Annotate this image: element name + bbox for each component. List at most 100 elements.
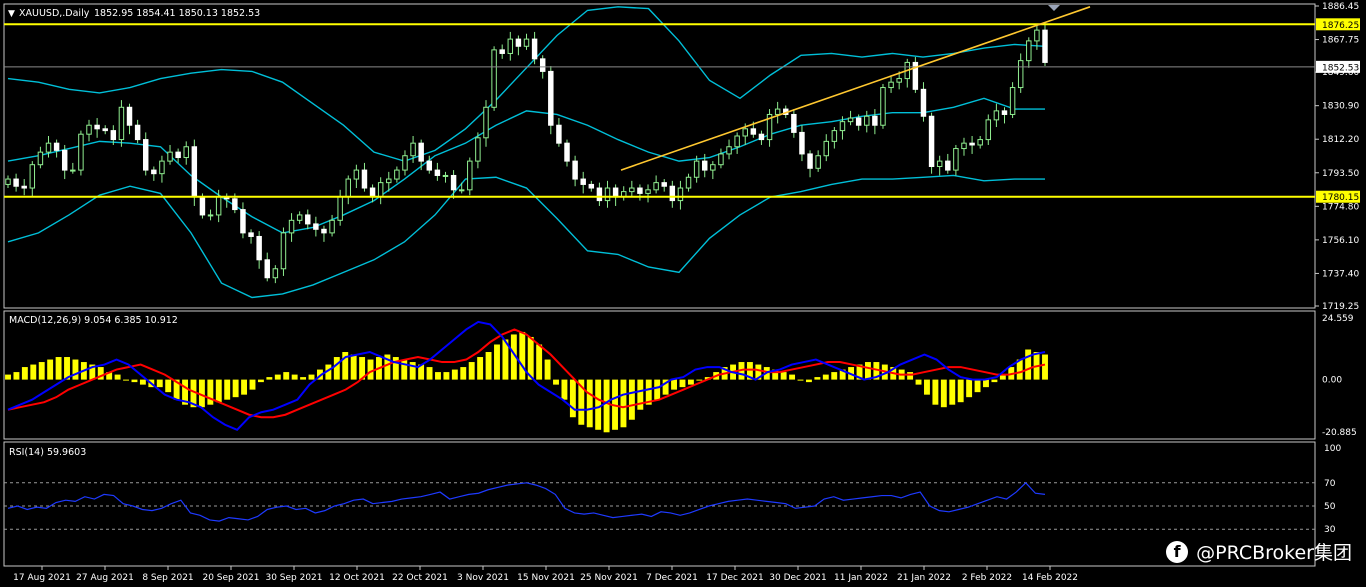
macd-histogram-bar (814, 377, 821, 380)
bullish-candle (710, 164, 716, 171)
macd-histogram-bar (485, 352, 492, 380)
bearish-candle (61, 149, 68, 171)
bearish-candle (799, 131, 805, 155)
bullish-candle (491, 49, 497, 108)
macd-histogram-bar (544, 359, 551, 380)
trading-chart[interactable]: 1886.45 1867.75 1849.60 1830.90 1812.20 1793.… (0, 0, 1366, 587)
bearish-candle (191, 146, 198, 198)
bearish-candle (556, 124, 562, 144)
bullish-candle (993, 110, 1000, 121)
bearish-candle (499, 49, 505, 54)
bearish-candle (1001, 110, 1008, 115)
bullish-candle (774, 108, 781, 115)
rsi-line (7, 481, 1046, 522)
bullish-candle (394, 169, 400, 180)
macd-histogram-bar (215, 379, 222, 403)
price-axis-label: 1756.10 (1322, 236, 1359, 246)
macd-histogram-bar (156, 379, 163, 388)
macd-histogram-bar (780, 372, 787, 380)
main-panel-title: XAUUSD,.Daily (19, 8, 90, 19)
macd-histogram-bar (249, 379, 256, 390)
bearish-candle (151, 169, 157, 175)
bullish-candle (45, 142, 52, 153)
bearish-candle (321, 228, 327, 234)
bullish-candle (839, 121, 846, 132)
bearish-candle (669, 185, 676, 202)
macd-histogram-bar (831, 372, 838, 380)
macd-histogram-bar (494, 344, 500, 380)
time-axis-label: 3 Nov 2021 (457, 573, 509, 583)
bearish-candle (175, 151, 181, 159)
macd-histogram-bar (72, 359, 79, 380)
bearish-candle (596, 187, 603, 202)
current-price-label: 1852.53 (1322, 63, 1359, 73)
macd-histogram-bar (536, 344, 543, 380)
bullish-candle (726, 146, 732, 155)
bearish-candle (426, 160, 433, 171)
bullish-candle (207, 214, 214, 217)
macd-histogram-bar (55, 357, 62, 380)
macd-histogram-bar (940, 379, 947, 408)
time-axis-label: 17 Dec 2021 (706, 573, 764, 583)
bullish-candle (280, 232, 287, 270)
bearish-candle (418, 142, 424, 162)
bullish-candle (685, 176, 692, 189)
macd-panel[interactable] (5, 320, 1048, 433)
bullish-candle (864, 115, 870, 126)
bearish-candle (126, 106, 133, 126)
macd-histogram-bar (460, 367, 467, 380)
macd-histogram-bar (865, 362, 871, 380)
macd-histogram-bar (232, 379, 239, 398)
macd-histogram-bar (207, 379, 214, 405)
time-axis-label: 22 Oct 2021 (392, 573, 448, 583)
macd-histogram-bar (595, 379, 602, 430)
macd-histogram-bar (569, 379, 576, 418)
rsi-panel[interactable] (4, 481, 1315, 530)
bullish-candle (1009, 87, 1016, 115)
price-axis-label: 1886.45 (1322, 2, 1359, 12)
macd-histogram-bar (687, 379, 694, 385)
bearish-candle (872, 115, 878, 126)
bullish-candle (296, 214, 303, 221)
bearish-candle (548, 70, 554, 126)
price-axis-label: 1830.90 (1322, 102, 1359, 112)
bullish-candle (523, 38, 530, 47)
price-panel[interactable] (4, 6, 1315, 299)
macd-histogram-bar (553, 379, 559, 385)
price-axis-label: 1793.50 (1322, 169, 1359, 179)
time-axis-label: 25 Nov 2021 (580, 573, 638, 583)
bearish-candle (110, 130, 117, 141)
macd-histogram-bar (949, 379, 956, 405)
macd-histogram-bar (1025, 349, 1032, 380)
macd-histogram-bar (333, 357, 340, 380)
bullish-candle (653, 182, 659, 191)
chart-canvas[interactable]: 1886.451867.751849.601830.901812.201793.… (0, 0, 1366, 587)
macd-histogram-bar (932, 379, 939, 405)
bearish-candle (13, 178, 19, 187)
bearish-candle (539, 58, 546, 72)
bullish-candle (961, 142, 967, 150)
bearish-candle (750, 128, 757, 135)
macd-histogram-bar (165, 379, 172, 393)
main-panel-collapse-icon[interactable]: ▼ (8, 9, 15, 19)
time-axis-label: 2 Feb 2022 (962, 573, 1012, 583)
bearish-candle (450, 174, 457, 191)
bearish-candle (928, 115, 935, 167)
macd-histogram-bar (300, 377, 307, 380)
bullish-candle (467, 160, 473, 191)
bearish-candle (434, 169, 441, 176)
chart-shift-icon[interactable] (1048, 5, 1060, 11)
time-axis-label: 12 Oct 2021 (329, 573, 385, 583)
bullish-candle (475, 137, 481, 162)
bullish-candle (410, 142, 416, 157)
bearish-candle (134, 124, 141, 141)
macd-histogram-bar (266, 377, 273, 380)
bullish-candle (386, 178, 392, 184)
macd-histogram-bar (924, 379, 930, 395)
macd-histogram-bar (257, 379, 264, 383)
bearish-candle (612, 187, 619, 198)
macd-histogram-bar (907, 372, 914, 380)
time-axis-label: 14 Feb 2022 (1022, 573, 1078, 583)
bearish-candle (807, 153, 813, 169)
bullish-candle (693, 160, 700, 178)
